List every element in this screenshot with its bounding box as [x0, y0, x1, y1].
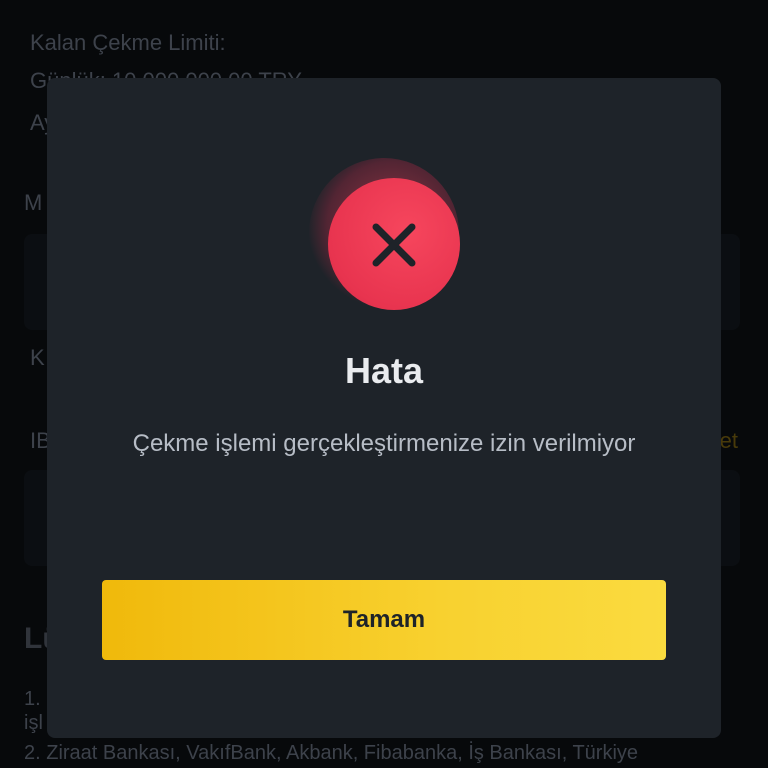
dialog-title: Hata	[344, 350, 424, 391]
error-dialog: Hata Çekme işlemi gerçekleştirmenize izi…	[47, 78, 721, 738]
close-x-icon	[372, 223, 416, 267]
ok-button[interactable]: Tamam	[102, 580, 666, 660]
dialog-message: Çekme işlemi gerçekleştirmenize izin ver…	[132, 430, 636, 457]
error-icon-circle	[328, 178, 460, 310]
error-icon-container	[309, 158, 460, 310]
